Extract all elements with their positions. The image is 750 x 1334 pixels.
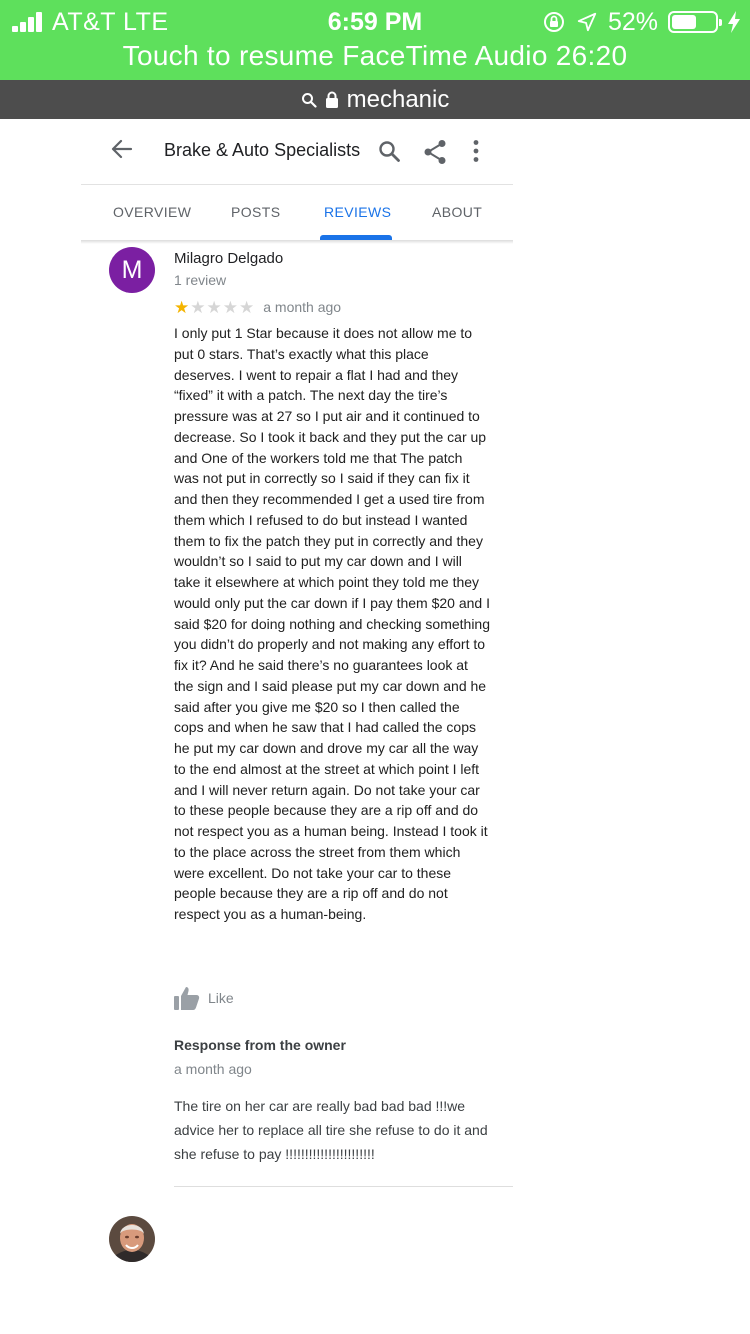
facetime-resume-banner[interactable]: Touch to resume FaceTime Audio 26:20 — [0, 40, 750, 72]
next-reviewer-avatar[interactable] — [109, 1216, 155, 1262]
like-label: Like — [208, 990, 234, 1006]
review-text: I only put 1 Star because it does not al… — [174, 325, 490, 922]
location-arrow-icon — [577, 12, 597, 32]
star-icon: ★ — [174, 297, 190, 317]
reviewer-review-count: 1 review — [174, 272, 227, 288]
tab-reviews[interactable]: REVIEWS — [324, 204, 391, 220]
owner-response-title: Response from the owner — [174, 1037, 346, 1053]
search-icon[interactable] — [377, 139, 401, 163]
back-arrow-icon[interactable] — [111, 138, 133, 160]
more-options-icon[interactable] — [467, 139, 485, 163]
share-icon[interactable] — [423, 139, 447, 165]
review-date: a month ago — [263, 299, 342, 315]
thumbs-up-icon — [174, 987, 200, 1010]
charging-bolt-icon — [728, 11, 740, 33]
tab-overview[interactable]: OVERVIEW — [113, 204, 191, 220]
lock-icon — [325, 91, 338, 108]
person-photo-icon — [109, 1216, 155, 1262]
star-icon: ★ — [190, 297, 206, 317]
owner-response-text: The tire on her car are really bad bad b… — [174, 1098, 488, 1162]
battery-icon — [668, 11, 722, 33]
star-icon: ★ — [222, 297, 238, 317]
reviewer-name[interactable]: Milagro Delgado — [174, 250, 283, 267]
status-bar: AT&T LTE 6:59 PM 52% Touch to resume Fac… — [0, 0, 750, 80]
star-icon: ★ — [206, 297, 222, 317]
tab-bar: OVERVIEW POSTS REVIEWS ABOUT — [81, 184, 513, 240]
star-icon: ★ — [239, 297, 255, 317]
reviewer-avatar[interactable]: M — [109, 247, 155, 293]
battery-percent: 52% — [607, 7, 658, 36]
orientation-lock-icon — [543, 12, 564, 32]
url-text: mechanic — [346, 85, 450, 113]
owner-response-date: a month ago — [174, 1061, 252, 1077]
tab-about[interactable]: ABOUT — [432, 204, 482, 220]
place-header: Brake & Auto Specialists — [81, 119, 513, 184]
tab-posts[interactable]: POSTS — [231, 204, 280, 220]
place-title: Brake & Auto Specialists — [164, 140, 361, 160]
star-rating: ★ ★ ★ ★ ★ a month ago — [174, 298, 341, 316]
search-icon — [301, 92, 317, 108]
url-bar[interactable]: mechanic — [0, 80, 750, 119]
tab-bar-shadow — [81, 240, 513, 244]
review-divider — [174, 1186, 513, 1187]
like-button[interactable]: Like — [174, 985, 234, 1011]
